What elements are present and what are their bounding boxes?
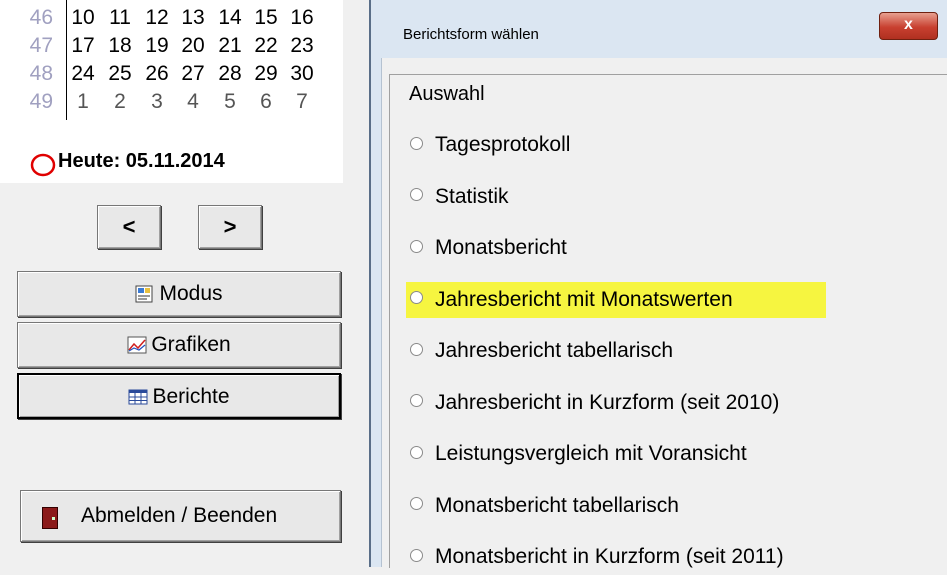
radio-button[interactable] bbox=[410, 394, 423, 408]
calendar-day[interactable]: 28 bbox=[215, 62, 245, 86]
calendar-day[interactable]: 7 bbox=[287, 90, 317, 114]
report-option-content: Jahresbericht tabellarisch bbox=[410, 339, 673, 362]
calendar-day[interactable]: 11 bbox=[105, 6, 135, 30]
report-option-label: Monatsbericht bbox=[435, 236, 567, 259]
report-option-content: Monatsbericht bbox=[410, 236, 567, 259]
modus-button[interactable]: Modus bbox=[17, 271, 341, 317]
calendar-day[interactable]: 25 bbox=[105, 62, 135, 86]
calendar-day[interactable]: 3 bbox=[142, 90, 172, 114]
week-number: 47 bbox=[29, 34, 53, 57]
radio-button[interactable] bbox=[410, 239, 423, 253]
report-option-content: Leistungsvergleich mit Voransicht bbox=[410, 442, 747, 465]
report-option[interactable]: Monatsbericht in Kurzform (seit 2011) bbox=[410, 539, 784, 575]
radio-button[interactable] bbox=[410, 497, 423, 511]
door-icon bbox=[42, 507, 58, 529]
week-number: 46 bbox=[29, 6, 53, 29]
grafiken-label: Grafiken bbox=[151, 333, 231, 356]
radio-button[interactable] bbox=[410, 445, 423, 459]
calendar-day[interactable]: 27 bbox=[178, 62, 208, 86]
radio-button[interactable] bbox=[410, 548, 423, 562]
calendar-day[interactable]: 17 bbox=[68, 34, 98, 58]
calendar-day[interactable]: 2 bbox=[105, 90, 135, 114]
calendar-day[interactable]: 13 bbox=[178, 6, 208, 30]
calendar-week-row: 46 10 11 12 13 14 15 16 bbox=[0, 6, 343, 30]
calendar-day[interactable]: 14 bbox=[215, 6, 245, 30]
calendar: 46 10 11 12 13 14 15 16 47 17 18 19 20 21 22 23 48 24 25 26… bbox=[0, 0, 343, 183]
calendar-day[interactable]: 23 bbox=[287, 34, 317, 58]
report-option[interactable]: Jahresbericht tabellarisch bbox=[410, 333, 673, 369]
report-option-content: Statistik bbox=[410, 185, 509, 208]
calendar-week-row: 47 17 18 19 20 21 22 23 bbox=[0, 34, 343, 58]
calendar-day[interactable]: 19 bbox=[142, 34, 172, 58]
report-option[interactable]: Jahresbericht mit Monatswerten bbox=[406, 281, 826, 318]
report-option-label: Tagesprotokoll bbox=[435, 133, 571, 156]
calendar-day[interactable]: 15 bbox=[251, 6, 281, 30]
grafiken-button[interactable]: Grafiken bbox=[17, 322, 341, 368]
report-option[interactable]: Monatsbericht bbox=[410, 230, 567, 266]
report-option-label: Monatsbericht tabellarisch bbox=[435, 493, 679, 517]
selection-groupbox: Auswahl Tagesprotokoll Statistik Monatsber… bbox=[389, 74, 947, 568]
dialog-client-area: Auswahl Tagesprotokoll Statistik Monatsber… bbox=[381, 58, 947, 568]
report-dialog: Berichtsform wählen x Auswahl Tagesproto… bbox=[369, 0, 947, 568]
calendar-day[interactable]: 4 bbox=[178, 90, 208, 114]
report-option-content: Monatsbericht in Kurzform (seit 2011) bbox=[410, 545, 784, 568]
report-option[interactable]: Jahresbericht in Kurzform (seit 2010) bbox=[410, 385, 779, 421]
calendar-day[interactable]: 30 bbox=[287, 62, 317, 86]
calendar-day[interactable]: 5 bbox=[215, 90, 245, 114]
report-option-label: Leistungsvergleich mit Voransicht bbox=[435, 442, 747, 465]
report-option[interactable]: Tagesprotokoll bbox=[410, 127, 570, 163]
report-option[interactable]: Statistik bbox=[410, 179, 509, 215]
calendar-day[interactable]: 20 bbox=[178, 34, 208, 58]
report-option-label: Monatsbericht in Kurzform (seit 2011) bbox=[435, 545, 784, 568]
calendar-day[interactable]: 16 bbox=[287, 6, 317, 30]
calendar-day[interactable]: 29 bbox=[251, 62, 281, 86]
radio-button[interactable] bbox=[410, 291, 423, 305]
next-month-button[interactable]: > bbox=[198, 205, 262, 249]
radio-button[interactable] bbox=[410, 342, 423, 356]
calendar-week-row: 49 1 2 3 4 5 6 7 bbox=[0, 90, 343, 114]
calendar-day[interactable]: 22 bbox=[251, 34, 281, 58]
report-option-content: Jahresbericht in Kurzform (seit 2010) bbox=[410, 391, 779, 414]
report-option-label: Jahresbericht in Kurzform (seit 2010) bbox=[435, 390, 780, 414]
report-option-content: Monatsbericht tabellarisch bbox=[410, 494, 679, 517]
dialog-title: Berichtsform wählen bbox=[403, 26, 539, 43]
groupbox-label: Auswahl bbox=[408, 83, 486, 106]
calendar-day[interactable]: 1 bbox=[68, 90, 98, 114]
berichte-label: Berichte bbox=[152, 385, 230, 408]
report-option-content: Tagesprotokoll bbox=[410, 133, 570, 156]
report-option-label: Statistik bbox=[435, 184, 509, 208]
calendar-day[interactable]: 6 bbox=[251, 90, 281, 114]
berichte-button[interactable]: Berichte bbox=[17, 373, 341, 419]
radio-button[interactable] bbox=[410, 188, 423, 202]
radio-button[interactable] bbox=[410, 136, 423, 150]
chart-icon bbox=[127, 336, 147, 354]
calendar-day[interactable]: 21 bbox=[215, 34, 245, 58]
exit-button[interactable]: Abmelden / Beenden bbox=[20, 490, 341, 542]
modus-icon bbox=[135, 285, 153, 303]
modus-label: Modus bbox=[159, 282, 223, 305]
report-option[interactable]: Monatsbericht tabellarisch bbox=[410, 488, 679, 524]
report-option[interactable]: Leistungsvergleich mit Voransicht bbox=[410, 436, 747, 472]
report-option-label: Jahresbericht mit Monatswerten bbox=[435, 287, 733, 311]
calendar-day[interactable]: 24 bbox=[68, 62, 98, 86]
exit-label: Abmelden / Beenden bbox=[81, 504, 278, 527]
table-icon bbox=[128, 389, 148, 405]
calendar-day[interactable]: 18 bbox=[105, 34, 135, 58]
today-label[interactable]: Heute: 05.11.2014 bbox=[58, 150, 225, 173]
close-button[interactable]: x bbox=[879, 12, 938, 40]
calendar-day[interactable]: 12 bbox=[142, 6, 172, 30]
calendar-day[interactable]: 10 bbox=[68, 6, 98, 30]
report-option-label: Jahresbericht tabellarisch bbox=[435, 339, 674, 362]
week-number: 48 bbox=[29, 62, 53, 85]
prev-month-button[interactable]: < bbox=[97, 205, 161, 249]
week-number: 49 bbox=[29, 90, 53, 113]
today-circle-icon bbox=[30, 153, 56, 177]
calendar-week-row: 48 24 25 26 27 28 29 30 bbox=[0, 62, 343, 86]
report-option-content: Jahresbericht mit Monatswerten bbox=[410, 288, 733, 311]
calendar-day[interactable]: 26 bbox=[142, 62, 172, 86]
